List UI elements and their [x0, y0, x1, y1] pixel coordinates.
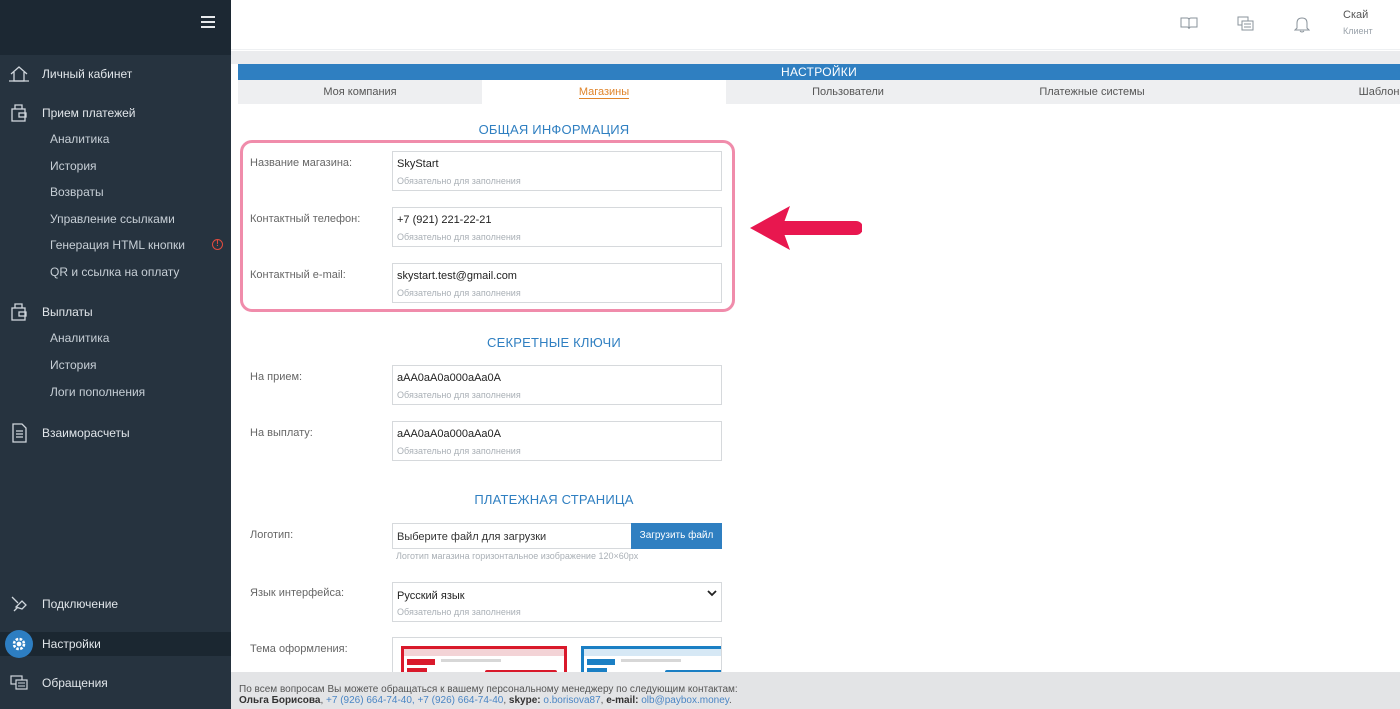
field-value: +7 (921) 221-22-21	[397, 214, 492, 226]
theme-picker	[392, 637, 722, 672]
field-value: aAA0aA0a000aAa0A	[397, 372, 501, 384]
field-label: Контактный e-mail:	[250, 269, 346, 281]
email-label: e-mail:	[606, 695, 639, 706]
theme-option-red[interactable]	[401, 646, 567, 672]
section-title-secret-keys: СЕКРЕТНЫЕ КЛЮЧИ	[487, 335, 621, 350]
field-hint: Обязательно для заполнения	[397, 288, 521, 298]
bell-icon[interactable]	[1293, 15, 1312, 33]
field-value: skystart.test@gmail.com	[397, 270, 517, 282]
email-field[interactable]: skystart.test@gmail.com Обязательно для …	[392, 263, 722, 303]
menu-toggle-icon[interactable]	[201, 16, 215, 28]
field-label: Тема оформления:	[250, 643, 348, 655]
sidebar-header	[0, 0, 231, 55]
sidebar-item-tickets[interactable]: Обращения	[0, 670, 231, 696]
field-value: Выберите файл для загрузки	[397, 531, 547, 543]
tab-shops[interactable]: Магазины	[482, 80, 726, 104]
tab-payment-systems[interactable]: Платежные системы	[970, 80, 1214, 104]
manager-skype[interactable]: o.borisova87	[543, 695, 600, 706]
sidebar: Личный кабинет Прием платежей Аналитика …	[0, 0, 231, 709]
messages-icon[interactable]	[1237, 15, 1255, 33]
wallet-icon	[8, 301, 30, 323]
tab-label: Магазины	[578, 86, 630, 99]
field-label: Название магазина:	[250, 157, 353, 169]
tab-users[interactable]: Пользователи	[726, 80, 970, 104]
section-title-general: ОБЩАЯ ИНФОРМАЦИЯ	[478, 122, 630, 137]
field-label: Язык интерфейса:	[250, 587, 345, 599]
content-spacer	[231, 51, 1400, 64]
footer-contact-line: Ольга Борисова, +7 (926) 664-74-40, +7 (…	[239, 695, 732, 706]
section-title-payment-page: ПЛАТЕЖНАЯ СТРАНИЦА	[474, 492, 634, 507]
sidebar-item-label: Прием платежей	[42, 106, 136, 120]
field-hint: Обязательно для заполнения	[397, 232, 521, 242]
book-icon[interactable]	[1180, 15, 1198, 33]
phone-field[interactable]: +7 (921) 221-22-21 Обязательно для запол…	[392, 207, 722, 247]
top-header	[231, 0, 1400, 50]
sidebar-item-settings[interactable]: Настройки	[0, 630, 231, 658]
wallet-icon	[8, 102, 30, 124]
sidebar-item-label: Взаиморасчеты	[42, 426, 130, 440]
sidebar-subitem-refunds[interactable]: Возвраты	[50, 182, 104, 202]
field-value: SkyStart	[397, 158, 439, 170]
select-value: Русский язык	[397, 590, 465, 602]
user-role: Клиент	[1343, 26, 1373, 36]
sidebar-item-settlements[interactable]: Взаиморасчеты	[0, 420, 231, 446]
theme-option-blue[interactable]	[581, 646, 721, 672]
chat-icon	[8, 672, 30, 694]
arrow-annotation-icon	[750, 206, 862, 250]
footer-contacts: По всем вопросам Вы можете обращаться к …	[231, 672, 1400, 709]
sidebar-subitem-history[interactable]: История	[50, 156, 97, 176]
warning-icon: !	[212, 239, 223, 250]
sidebar-subitem-history[interactable]: История	[50, 355, 97, 375]
field-hint: Обязательно для заполнения	[397, 446, 521, 456]
field-label: Контактный телефон:	[250, 213, 361, 225]
sidebar-item-label: Подключение	[42, 597, 119, 611]
field-hint: Обязательно для заполнения	[397, 390, 521, 400]
sidebar-item-label: Личный кабинет	[42, 67, 133, 81]
gear-icon	[5, 630, 33, 658]
field-hint: Обязательно для заполнения	[397, 176, 521, 186]
sidebar-subitem-qr[interactable]: QR и ссылка на оплату	[50, 262, 179, 282]
sidebar-subitem-analytics[interactable]: Аналитика	[50, 129, 109, 149]
sidebar-item-dashboard[interactable]: Личный кабинет	[0, 61, 231, 87]
footer-text: По всем вопросам Вы можете обращаться к …	[239, 684, 738, 695]
tab-my-company[interactable]: Моя компания	[238, 80, 482, 104]
skype-label: skype:	[508, 695, 541, 706]
sidebar-item-payments[interactable]: Прием платежей	[0, 100, 231, 126]
document-icon	[8, 422, 30, 444]
manager-email[interactable]: olb@paybox.money	[641, 695, 729, 706]
field-label: На прием:	[250, 371, 303, 383]
plug-icon	[8, 593, 30, 615]
manager-phones[interactable]: +7 (926) 664-74-40, +7 (926) 664-74-40	[326, 695, 503, 706]
field-hint: Логотип магазина горизонтальное изображе…	[396, 551, 639, 561]
receive-key-field[interactable]: aAA0aA0a000aAa0A Обязательно для заполне…	[392, 365, 722, 405]
sidebar-item-connection[interactable]: Подключение	[0, 591, 231, 617]
user-name[interactable]: Скай	[1343, 9, 1368, 21]
settings-panel: НАСТРОЙКИ Моя компания Магазины Пользова…	[238, 64, 1400, 672]
sidebar-item-label: Обращения	[42, 676, 108, 690]
language-select[interactable]: Русский язык Обязательно для заполнения	[392, 582, 722, 622]
sidebar-subitem-links[interactable]: Управление ссылками	[50, 209, 175, 229]
payout-key-field[interactable]: aAA0aA0a000aAa0A Обязательно для заполне…	[392, 421, 722, 461]
sidebar-subitem-label: Генерация HTML кнопки	[50, 238, 185, 252]
sidebar-item-payouts[interactable]: Выплаты	[0, 299, 231, 325]
panel-title: НАСТРОЙКИ	[238, 64, 1400, 80]
sidebar-item-label: Настройки	[42, 637, 101, 651]
field-hint: Обязательно для заполнения	[397, 607, 521, 617]
sidebar-item-label: Выплаты	[42, 305, 93, 319]
upload-file-button[interactable]: Загрузить файл	[631, 523, 722, 549]
manager-name: Ольга Борисова	[239, 695, 321, 706]
chevron-down-icon	[707, 589, 717, 600]
sidebar-subitem-html-button[interactable]: Генерация HTML кнопки !	[50, 235, 231, 255]
sidebar-subitem-topup-logs[interactable]: Логи пополнения	[50, 382, 145, 402]
tab-templates[interactable]: Шаблоны	[1298, 80, 1400, 104]
field-value: aAA0aA0a000aAa0A	[397, 428, 501, 440]
field-label: Логотип:	[250, 529, 294, 541]
settings-tabs: Моя компания Магазины Пользователи Плате…	[238, 80, 1400, 104]
home-icon	[8, 63, 30, 85]
sidebar-subitem-analytics[interactable]: Аналитика	[50, 328, 109, 348]
shop-name-field[interactable]: SkyStart Обязательно для заполнения	[392, 151, 722, 191]
field-label: На выплату:	[250, 427, 313, 439]
